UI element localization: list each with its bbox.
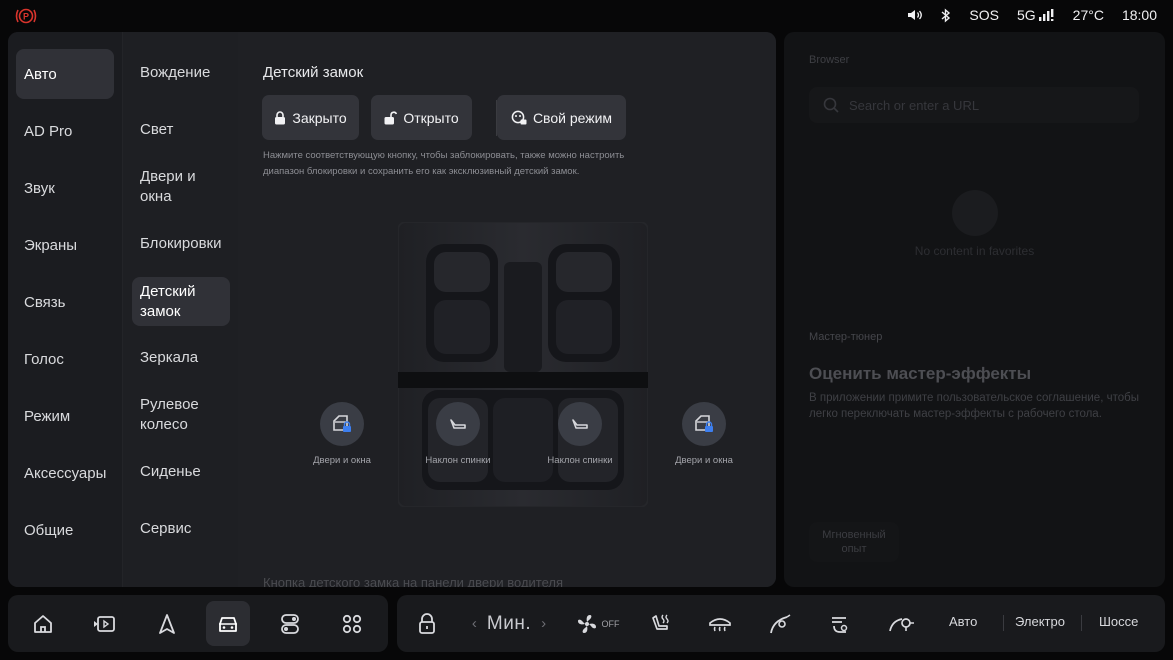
nav-child-lock[interactable]: Детский замок: [132, 277, 230, 326]
secondary-nav: Вождение Свет Двери и окна Блокировки Де…: [122, 32, 238, 587]
search-placeholder: Search or enter a URL: [849, 97, 980, 113]
nav-general[interactable]: Общие: [16, 505, 114, 555]
nav-mode[interactable]: Режим: [16, 391, 114, 441]
custom-mode-button[interactable]: Свой режим: [497, 95, 626, 140]
right-recline-label: Наклон спинки: [547, 455, 613, 466]
lock-icon[interactable]: [413, 595, 441, 652]
clock: 18:00: [1121, 7, 1157, 23]
child-lock-content: Детский замок Закрыто Открыто Свой режим…: [238, 32, 776, 587]
defrost-icon[interactable]: [705, 595, 735, 652]
custom-lock-icon: [511, 110, 527, 125]
recirculation-icon[interactable]: [885, 595, 917, 652]
door-lock-icon: [682, 402, 726, 446]
browser-label: Browser: [809, 54, 850, 66]
ac-toggle[interactable]: OFF: [572, 595, 622, 652]
master-tuner-description: В приложении примите пользовательское со…: [809, 392, 1139, 420]
mode-electric[interactable]: Электро: [1015, 614, 1065, 629]
left-recline-label: Наклон спинки: [425, 455, 491, 466]
door-lock-icon: [320, 402, 364, 446]
seat-heating-icon[interactable]: [645, 595, 675, 652]
child-lock-description: Нажмите соответствующую кнопку, чтобы за…: [263, 150, 625, 177]
home-icon[interactable]: [21, 601, 65, 646]
right-doors-label: Двери и окна: [675, 455, 733, 466]
search-icon: [823, 97, 839, 113]
fan-increase-arrow[interactable]: ›: [541, 615, 546, 632]
seat-recline-icon: [436, 402, 480, 446]
nav-seat[interactable]: Сиденье: [132, 448, 230, 496]
mode-highway[interactable]: Шоссе: [1099, 614, 1138, 629]
seat-recline-icon: [558, 402, 602, 446]
ac-state: OFF: [601, 618, 620, 629]
svg-text:P: P: [23, 12, 29, 22]
controls-icon[interactable]: [268, 601, 312, 646]
lock-open-icon: [384, 110, 398, 124]
right-doors-windows-control[interactable]: Двери и окна: [654, 402, 754, 466]
navigation-icon[interactable]: [145, 601, 189, 646]
fan-level-value: Мин.: [486, 612, 532, 634]
closed-label: Закрыто: [292, 109, 347, 126]
left-recline-control[interactable]: Наклон спинки: [408, 402, 508, 466]
nav-mirrors[interactable]: Зеркала: [132, 334, 230, 382]
network-indicator: 5G: [1017, 7, 1055, 23]
primary-nav: Авто AD Pro Звук Экраны Связь Голос Режи…: [8, 32, 122, 587]
apps-icon[interactable]: [330, 601, 374, 646]
nav-voice[interactable]: Голос: [16, 334, 114, 384]
steering-heat-icon[interactable]: [765, 595, 795, 652]
nav-lights[interactable]: Свет: [132, 106, 230, 154]
section-title: Детский замок: [263, 64, 364, 81]
nav-auto[interactable]: Авто: [16, 49, 114, 99]
nav-steering-wheel[interactable]: Рулевое колесо: [132, 391, 230, 439]
status-bar: P SOS 5G 27°C 18:00: [0, 0, 1173, 32]
nav-connection[interactable]: Связь: [16, 277, 114, 327]
left-doors-label: Двери и окна: [313, 455, 371, 466]
faded-footer-text: Кнопка детского замка на панели двери во…: [263, 575, 564, 587]
fan-decrease-arrow[interactable]: ‹: [472, 615, 477, 632]
nav-driving[interactable]: Вождение: [132, 49, 230, 97]
lock-closed-icon: [275, 110, 286, 124]
network-label: 5G: [1016, 7, 1036, 23]
nav-locks[interactable]: Блокировки: [132, 220, 230, 268]
sos-button[interactable]: SOS: [969, 7, 999, 23]
nav-service[interactable]: Сервис: [132, 505, 230, 553]
nav-accessories[interactable]: Аксессуары: [16, 448, 114, 498]
no-content-text: No content in favorites: [914, 244, 1035, 258]
bluetooth-icon[interactable]: [941, 7, 951, 23]
seat-ventilation-icon[interactable]: [825, 595, 855, 652]
open-button[interactable]: Открыто: [371, 95, 472, 140]
settings-panel: Авто AD Pro Звук Экраны Связь Голос Режи…: [8, 32, 776, 587]
nav-doors-windows[interactable]: Двери и окна: [132, 163, 230, 211]
closed-button[interactable]: Закрыто: [262, 95, 359, 140]
nav-sound[interactable]: Звук: [16, 163, 114, 213]
nav-ad-pro[interactable]: AD Pro: [16, 106, 114, 156]
climate-dock: ‹ Мин. › OFF Авто Электро Шоссе: [397, 595, 1165, 652]
volume-icon[interactable]: [907, 8, 923, 22]
mode-separator: [1003, 615, 1004, 631]
vehicle-icon[interactable]: [206, 601, 250, 646]
open-label: Открыто: [403, 109, 459, 126]
app-dock: [8, 595, 388, 652]
fan-level-control[interactable]: ‹ Мин. ›: [459, 595, 559, 652]
browser-search-input[interactable]: Search or enter a URL: [809, 87, 1139, 123]
media-icon[interactable]: [82, 601, 126, 646]
mode-separator: [1081, 615, 1082, 631]
parking-brake-icon: P: [14, 7, 38, 25]
left-doors-windows-control[interactable]: Двери и окна: [292, 402, 392, 466]
signal-icon: [1038, 9, 1054, 21]
mode-auto[interactable]: Авто: [949, 614, 977, 629]
fan-icon: [577, 614, 596, 633]
nav-screens[interactable]: Экраны: [16, 220, 114, 270]
outside-temperature: 27°C: [1072, 7, 1104, 23]
favorites-empty-icon: [952, 190, 998, 236]
instant-experience-button[interactable]: Мгновенный опыт: [809, 522, 899, 562]
car-infotainment-screen: P SOS 5G 27°C 18:00 Авто AD Pro Звук Экр…: [0, 0, 1173, 660]
master-tuner-title[interactable]: Оценить мастер-эффекты: [809, 364, 1031, 384]
custom-mode-label: Свой режим: [532, 109, 613, 126]
right-recline-control[interactable]: Наклон спинки: [530, 402, 630, 466]
widget-panel: Browser Search or enter a URL No content…: [784, 32, 1165, 587]
master-tuner-label: Мастер-тюнер: [809, 331, 883, 343]
